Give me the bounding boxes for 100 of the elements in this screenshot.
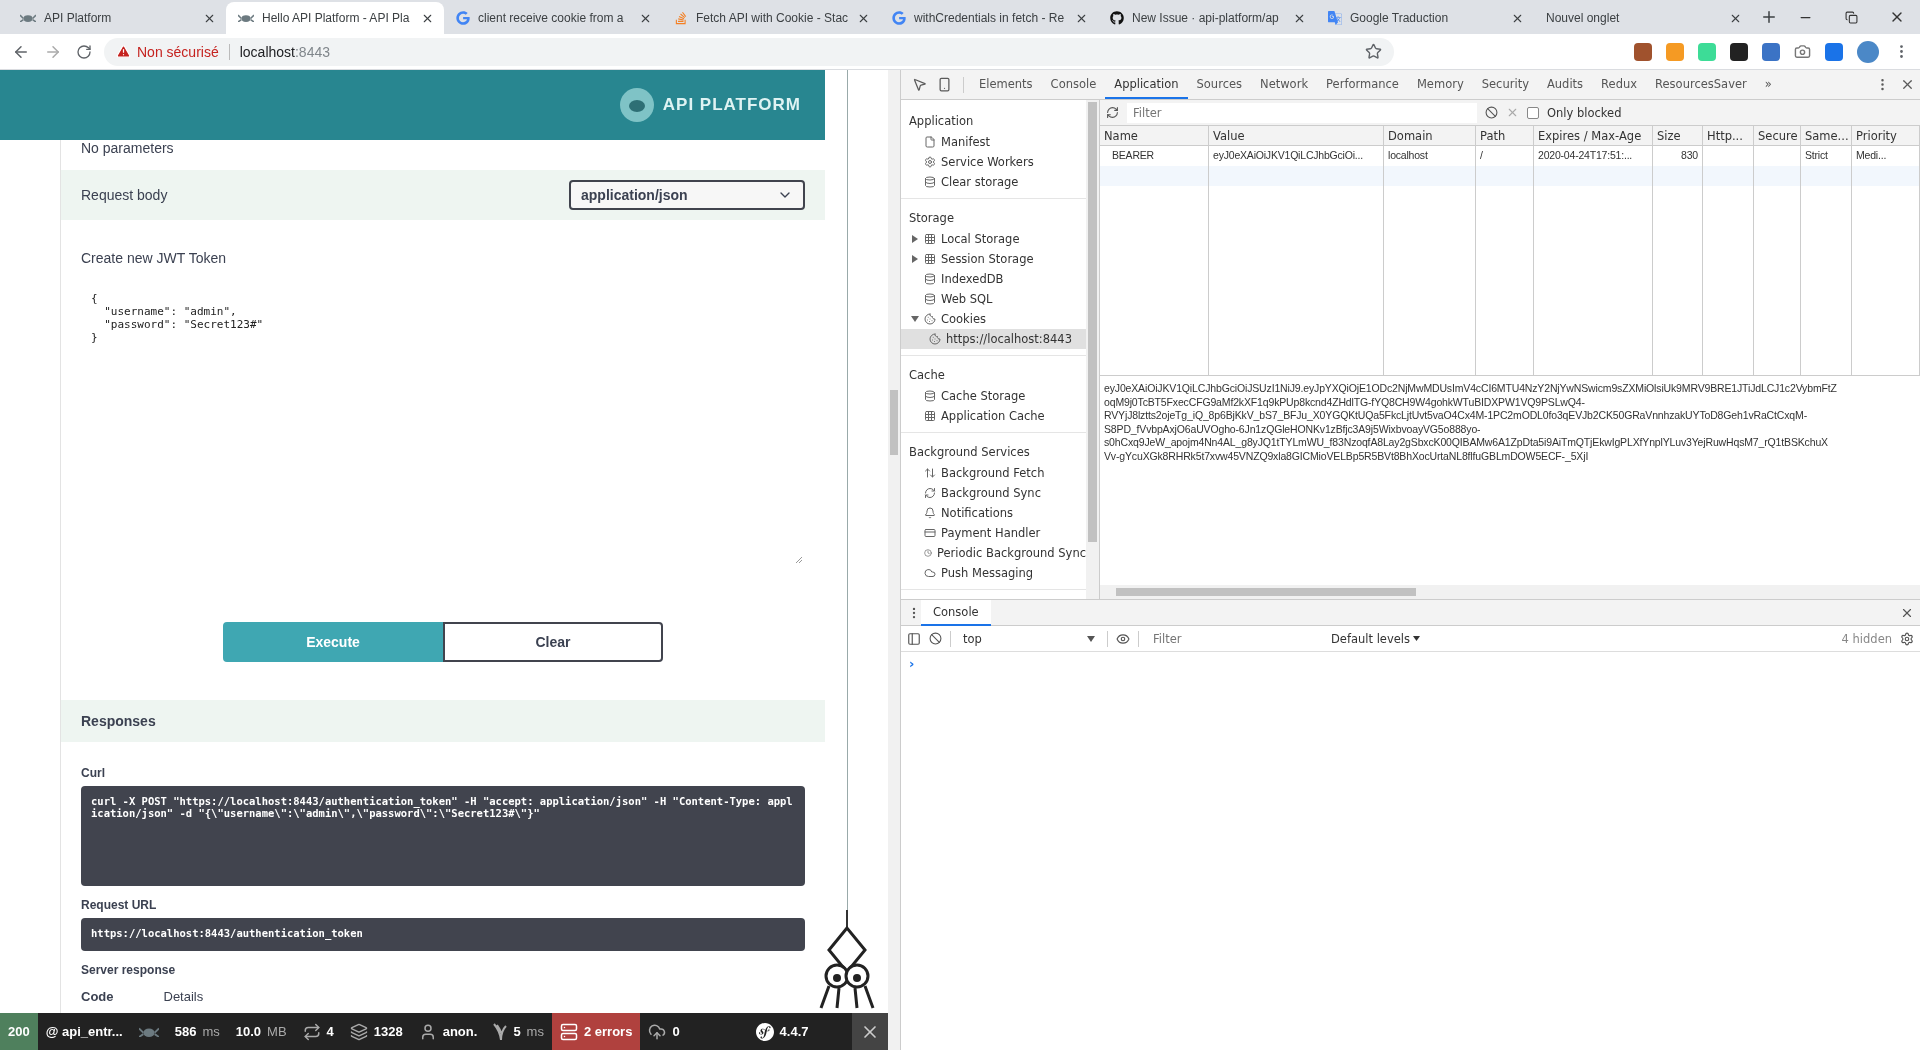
devtools-tab[interactable]: Redux [1592,70,1647,99]
debug-toolbar-item[interactable]: anon. [410,1013,486,1050]
sidebar-item[interactable]: Background Fetch [901,463,1086,483]
debug-toolbar-item[interactable]: @ api_entr... [37,1013,131,1050]
devtools-tab[interactable]: Console [1041,70,1106,99]
expand-arrow-icon[interactable] [911,255,919,263]
logo-icon [618,87,655,123]
sidebar-heading: Storage [908,210,955,227]
cloud-upload-icon [648,1022,667,1041]
resize-grip-icon[interactable] [795,556,803,564]
refresh-icon[interactable] [1106,106,1119,119]
settings-icon[interactable] [1900,631,1914,646]
column-header[interactable]: Name [1100,126,1209,146]
caret-icon [1087,635,1095,642]
layers-icon [349,1022,368,1041]
debug-toolbar-item[interactable]: 200 [0,1013,38,1050]
camera-icon[interactable] [1794,43,1811,60]
browser-tab[interactable]: Hello API Platform - API Pla [226,2,444,34]
devtools-tab[interactable]: Performance [1317,70,1408,99]
devtools-tab[interactable]: Memory [1407,70,1473,99]
expand-arrow-icon[interactable] [911,235,919,243]
expand-arrow-icon[interactable] [911,315,919,323]
sidebar-item[interactable]: Payment Handler [901,523,1086,543]
devtools-tab[interactable]: Network [1251,70,1318,99]
sidebar-item[interactable]: Cookies [901,309,1086,329]
column-header[interactable]: Domain [1384,126,1476,146]
bookmark-star-icon[interactable] [1365,43,1382,60]
clear-button[interactable]: Clear [443,622,663,662]
more-tabs[interactable]: » [1755,70,1781,99]
debug-toolbar-item[interactable]: 4.4.7 [747,1013,817,1050]
column-header[interactable]: Expires / Max-Age [1534,126,1653,146]
debug-toolbar-item[interactable]: 10.0 MB [227,1013,295,1050]
sidebar-item[interactable]: Web SQL [901,289,1086,309]
sidebar-item[interactable]: Session Storage [901,249,1086,269]
devtools-tab[interactable]: Sources [1187,70,1252,99]
sidebar-item[interactable]: https://localhost:8443 [901,329,1086,349]
sidebar-item[interactable]: Manifest [901,132,1086,152]
drawer-tab[interactable]: Console [921,599,991,626]
sidebar-item[interactable]: Clear storage [901,172,1086,192]
body-editor[interactable]: { "username": "admin", "password": "Secret123#" } [81,284,805,566]
scrollbar[interactable] [888,70,900,1050]
browser-tab[interactable]: client receive cookie from a [444,2,662,34]
database-icon [924,293,936,305]
column-header[interactable]: Same... [1801,126,1852,146]
sidebar-item[interactable]: Notifications [901,503,1086,523]
column-header[interactable]: Priority [1852,126,1920,146]
debug-toolbar-item[interactable]: 2 errors [551,1013,641,1050]
scrollbar[interactable] [1086,100,1100,599]
request-url: https://localhost:8443/authentication_token [81,918,805,951]
clear-console-icon[interactable] [929,632,942,645]
devtools-tab[interactable]: ResourcesSaver [1646,70,1756,99]
devtools-tab[interactable]: Security [1472,70,1538,99]
checkbox[interactable] [1527,106,1539,119]
database-icon [924,176,936,188]
browser-tab[interactable]: Nouvel onglet [1534,2,1752,34]
browser-tab[interactable]: withCredentials in fetch - Re [880,2,1098,34]
debug-toolbar-item[interactable]: 1328 [341,1013,411,1050]
settings-icon [924,156,936,168]
sidebar-item[interactable]: Application Cache [901,406,1086,426]
debug-toolbar-item[interactable]: 4 [294,1013,342,1050]
levels-dropdown[interactable]: Default levels [1325,630,1426,647]
sidebar-item[interactable]: Cache Storage [901,386,1086,406]
sidebar-item[interactable]: Push Messaging [901,563,1086,583]
debug-toolbar-item[interactable]: 586 ms [166,1013,228,1050]
scrollbar[interactable] [1100,585,1920,599]
section-label: Request body [81,187,168,203]
context-select[interactable]: top [959,628,1099,649]
devtools-tab[interactable]: Elements [970,70,1042,99]
sidebar-item[interactable]: IndexedDB [901,269,1086,289]
filter-field[interactable]: Filter [1127,102,1477,123]
cookie-icon [929,333,941,345]
debug-toolbar-item[interactable]: 5 ms [485,1013,552,1050]
sidebar-item[interactable]: Local Storage [901,229,1086,249]
browser-tab[interactable]: Google Traduction [1316,2,1534,34]
console-prompt[interactable]: › [901,652,1920,675]
column-header[interactable]: Secure [1754,126,1801,146]
sidebar-item[interactable]: Periodic Background Sync [901,543,1086,563]
debug-toolbar-item[interactable]: 0 [640,1013,688,1050]
github-icon [1110,11,1124,25]
address-field[interactable]: Non sécurisé localhost:8443 [104,37,1394,66]
browser-tab[interactable]: Fetch API with Cookie - Stac [662,2,880,34]
content-type-select[interactable]: application/json [569,180,805,210]
profile-avatar[interactable] [1857,40,1879,63]
sidebar-toggle-icon[interactable] [907,631,921,646]
column-header[interactable]: Path [1476,126,1534,146]
column-header[interactable]: Value [1209,126,1384,146]
warning-icon [116,44,131,59]
eye-icon[interactable] [1116,631,1130,646]
column-header[interactable]: Size [1653,126,1703,146]
sidebar-item[interactable]: Service Workers [901,152,1086,172]
browser-tab[interactable]: New Issue · api-platform/ap [1098,2,1316,34]
sidebar-heading: Background Services [908,444,1031,461]
file-icon [924,136,936,148]
browser-tab[interactable]: API Platform [8,2,226,34]
sidebar-item[interactable]: Background Sync [901,483,1086,503]
column-header[interactable]: Http... [1703,126,1754,146]
new-tab-icon[interactable] [1760,8,1778,26]
extension-icon[interactable] [1730,42,1748,61]
clear-all-icon[interactable] [1485,106,1498,119]
devtools-tab[interactable]: Audits [1537,70,1593,99]
